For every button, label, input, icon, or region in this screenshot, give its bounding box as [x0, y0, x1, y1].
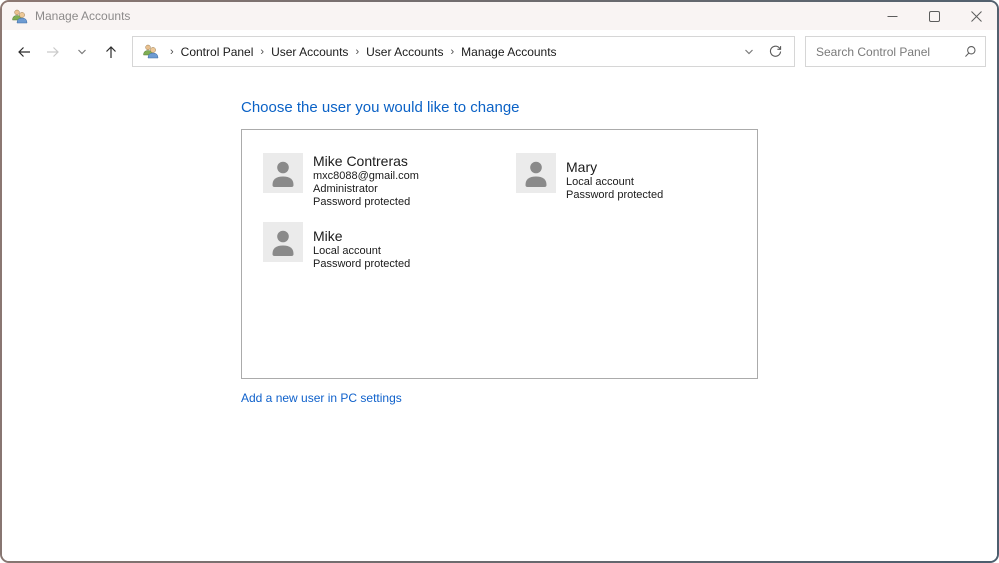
- up-button[interactable]: [97, 38, 125, 66]
- breadcrumb-separator: ›: [260, 45, 265, 58]
- title-bar: Manage Accounts: [2, 2, 997, 30]
- navigation-bar: › Control Panel › User Accounts › User A…: [2, 30, 997, 73]
- breadcrumb-separator: ›: [355, 45, 360, 58]
- user-accounts-breadcrumb-icon: [142, 44, 159, 59]
- breadcrumb-user-accounts-1[interactable]: User Accounts: [271, 45, 348, 59]
- user-info: Mike Local account Password protected: [313, 222, 410, 271]
- user-avatar-icon: [263, 153, 303, 193]
- user-tile-mary[interactable]: Mary Local account Password protected: [516, 153, 757, 222]
- close-button[interactable]: [955, 2, 997, 30]
- add-new-user-link[interactable]: Add a new user in PC settings: [241, 391, 402, 405]
- user-role: Local account: [313, 245, 381, 257]
- minimize-button[interactable]: [871, 2, 913, 30]
- user-name: Mary: [566, 159, 598, 175]
- chevron-down-icon: [78, 49, 86, 54]
- breadcrumb-separator: ›: [450, 45, 455, 58]
- search-input[interactable]: [816, 44, 963, 59]
- minimize-icon: [887, 15, 897, 17]
- user-info: Mary Local account Password protected: [566, 153, 663, 202]
- up-arrow-icon: [106, 45, 116, 58]
- recent-pages-button[interactable]: [68, 38, 96, 66]
- refresh-button[interactable]: [762, 39, 788, 65]
- user-avatar-icon: [516, 153, 556, 193]
- breadcrumb-separator: ›: [170, 45, 174, 58]
- user-name: Mike Contreras: [313, 153, 408, 169]
- user-tile-mike[interactable]: Mike Local account Password protected: [263, 222, 516, 291]
- close-icon: [970, 10, 982, 22]
- window-title: Manage Accounts: [35, 9, 131, 23]
- manage-accounts-window: Manage Accounts › Control Panel › User A…: [2, 2, 997, 561]
- forward-button[interactable]: [39, 38, 67, 66]
- user-accounts-icon: [11, 9, 28, 24]
- user-role: Local account: [566, 176, 634, 188]
- main-content: Choose the user you would like to change…: [2, 73, 997, 561]
- user-info: Mike Contreras mxc8088@gmail.com Adminis…: [313, 153, 419, 209]
- user-protection: Password protected: [566, 189, 664, 201]
- user-name: Mike: [313, 228, 343, 244]
- address-dropdown-button[interactable]: [736, 39, 762, 65]
- search-icon[interactable]: [963, 45, 977, 59]
- back-arrow-icon: [18, 46, 30, 57]
- forward-arrow-icon: [47, 46, 59, 57]
- user-protection: Password protected: [313, 196, 411, 208]
- address-bar[interactable]: › Control Panel › User Accounts › User A…: [132, 36, 795, 67]
- user-list: Mike Contreras mxc8088@gmail.com Adminis…: [241, 129, 758, 379]
- page-title: Choose the user you would like to change: [241, 99, 520, 116]
- back-button[interactable]: [10, 38, 38, 66]
- user-avatar-icon: [263, 222, 303, 262]
- breadcrumb-control-panel[interactable]: Control Panel: [181, 45, 254, 59]
- refresh-icon: [769, 45, 781, 57]
- user-tile-mike-contreras[interactable]: Mike Contreras mxc8088@gmail.com Adminis…: [263, 153, 516, 222]
- breadcrumb-user-accounts-2[interactable]: User Accounts: [366, 45, 443, 59]
- chevron-down-icon: [745, 49, 753, 54]
- user-role: Administrator: [313, 183, 378, 195]
- maximize-button[interactable]: [913, 2, 955, 30]
- search-box: [805, 36, 986, 67]
- window-frame: Manage Accounts › Control Panel › User A…: [0, 0, 999, 563]
- breadcrumb-manage-accounts[interactable]: Manage Accounts: [461, 45, 556, 59]
- maximize-icon: [928, 10, 940, 22]
- user-email: mxc8088@gmail.com: [313, 170, 419, 182]
- user-protection: Password protected: [313, 258, 411, 270]
